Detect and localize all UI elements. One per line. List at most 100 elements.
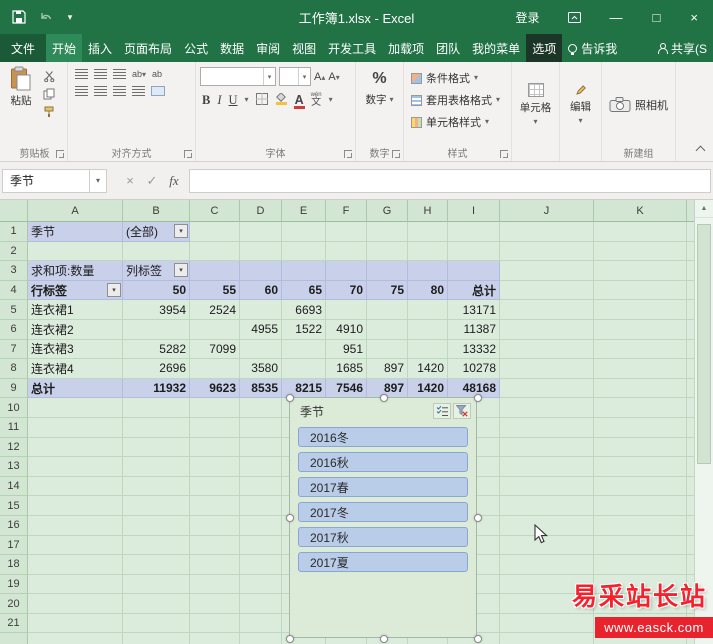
- cell-B17[interactable]: [123, 535, 190, 556]
- slicer-item-4[interactable]: 2017秋: [298, 527, 468, 547]
- cell-J2[interactable]: [500, 241, 594, 262]
- slicer-clear-filter-button[interactable]: [453, 403, 471, 419]
- cell-A14[interactable]: [28, 476, 123, 497]
- cell-A18[interactable]: [28, 555, 123, 575]
- styles-button-0[interactable]: 条件格式 ▾: [411, 70, 511, 86]
- row-header-5[interactable]: 5: [0, 300, 28, 320]
- cell-C11[interactable]: [190, 417, 240, 438]
- cell-B1[interactable]: (全部) ▾: [123, 222, 190, 242]
- row-header-16[interactable]: 16: [0, 515, 28, 536]
- filter-dropdown-B3[interactable]: ▾: [174, 263, 188, 278]
- row-header-2[interactable]: 2: [0, 241, 28, 262]
- cell-A22[interactable]: [28, 633, 123, 644]
- cut-button[interactable]: [42, 70, 56, 82]
- cell-D4[interactable]: 60: [240, 280, 282, 301]
- cell-A11[interactable]: [28, 417, 123, 438]
- scrollbar-thumb[interactable]: [697, 224, 711, 464]
- cell-C5[interactable]: 2524: [190, 300, 240, 320]
- row-header-19[interactable]: 19: [0, 574, 28, 595]
- cell-D3[interactable]: [240, 261, 282, 281]
- formula-input[interactable]: [189, 168, 711, 193]
- cell-A12[interactable]: [28, 437, 123, 458]
- cell-B5[interactable]: 3954: [123, 300, 190, 320]
- cell-I1[interactable]: [448, 222, 500, 242]
- tab-file[interactable]: 文件: [0, 34, 47, 62]
- row-header-10[interactable]: 10: [0, 398, 28, 418]
- column-header-C[interactable]: C: [190, 200, 240, 222]
- cell-J15[interactable]: [500, 496, 594, 516]
- align-top-button[interactable]: [75, 69, 88, 79]
- orientation-button[interactable]: ab▾: [132, 69, 146, 79]
- format-painter-button[interactable]: [42, 106, 56, 118]
- cell-J7[interactable]: [500, 339, 594, 360]
- cell-A3[interactable]: 求和项:数量: [28, 261, 123, 281]
- tab-view[interactable]: 视图: [286, 34, 322, 62]
- cell-B18[interactable]: [123, 555, 190, 575]
- font-size-combo[interactable]: ▾: [279, 67, 311, 86]
- column-header-A[interactable]: A: [28, 200, 123, 222]
- cell-A4[interactable]: 行标签 ▾: [28, 280, 123, 301]
- cell-J18[interactable]: [500, 555, 594, 575]
- cell-B3[interactable]: 列标签 ▾: [123, 261, 190, 281]
- tab-home[interactable]: 开始: [46, 34, 83, 62]
- number-dialog-launcher[interactable]: [392, 150, 400, 158]
- cell-H5[interactable]: [408, 300, 448, 320]
- cell-E2[interactable]: [282, 241, 326, 262]
- cell-C18[interactable]: [190, 555, 240, 575]
- minimize-button[interactable]: —: [595, 0, 638, 34]
- cell-A16[interactable]: [28, 515, 123, 536]
- enter-button[interactable]: ✓: [141, 169, 163, 193]
- align-center-button[interactable]: [94, 86, 107, 96]
- tab-tell-me[interactable]: 告诉我: [562, 34, 623, 62]
- cell-D2[interactable]: [240, 241, 282, 262]
- cell-C10[interactable]: [190, 398, 240, 418]
- cell-A10[interactable]: [28, 398, 123, 418]
- cell-E1[interactable]: [282, 222, 326, 242]
- cell-F6[interactable]: 4910: [326, 319, 367, 340]
- cell-C17[interactable]: [190, 535, 240, 556]
- cell-B8[interactable]: 2696: [123, 359, 190, 379]
- cell-D22[interactable]: [240, 633, 282, 644]
- tab-page-layout[interactable]: 页面布局: [118, 34, 178, 62]
- slicer-item-2[interactable]: 2017春: [298, 477, 468, 497]
- camera-button[interactable]: 照相机: [602, 62, 675, 147]
- column-header-J[interactable]: J: [500, 200, 594, 222]
- cell-K18[interactable]: [594, 555, 687, 575]
- cell-I8[interactable]: 10278: [448, 359, 500, 379]
- row-header-7[interactable]: 7: [0, 339, 28, 360]
- cell-B10[interactable]: [123, 398, 190, 418]
- cell-H1[interactable]: [408, 222, 448, 242]
- tab-review[interactable]: 审阅: [250, 34, 286, 62]
- styles-button-2[interactable]: 单元格样式 ▾: [411, 114, 511, 130]
- slicer-resize-handle-2[interactable]: [474, 394, 482, 402]
- cell-J10[interactable]: [500, 398, 594, 418]
- cell-D14[interactable]: [240, 476, 282, 497]
- cell-A21[interactable]: [28, 613, 123, 634]
- align-bottom-button[interactable]: [113, 69, 126, 79]
- cell-C6[interactable]: [190, 319, 240, 340]
- cell-B9[interactable]: 11932: [123, 378, 190, 399]
- styles-dialog-launcher[interactable]: [500, 150, 508, 158]
- filter-dropdown-B1[interactable]: ▾: [174, 224, 188, 238]
- merge-center-button[interactable]: [151, 86, 165, 96]
- cell-I4[interactable]: 总计: [448, 280, 500, 301]
- cell-K13[interactable]: [594, 457, 687, 477]
- cell-D19[interactable]: [240, 574, 282, 595]
- cell-J6[interactable]: [500, 319, 594, 340]
- cell-K12[interactable]: [594, 437, 687, 458]
- cell-K9[interactable]: [594, 378, 687, 399]
- cell-B4[interactable]: 50: [123, 280, 190, 301]
- cell-F9[interactable]: 7546: [326, 378, 367, 399]
- cell-A6[interactable]: 连衣裙2: [28, 319, 123, 340]
- column-header-H[interactable]: H: [408, 200, 448, 222]
- bold-button[interactable]: B: [202, 93, 210, 108]
- undo-button[interactable]: [37, 8, 55, 26]
- cell-B12[interactable]: [123, 437, 190, 458]
- cell-K2[interactable]: [594, 241, 687, 262]
- cell-K3[interactable]: [594, 261, 687, 281]
- slicer-item-3[interactable]: 2017冬: [298, 502, 468, 522]
- cell-K5[interactable]: [594, 300, 687, 320]
- number-format-button[interactable]: 数字 ▾: [365, 92, 393, 107]
- tab-insert[interactable]: 插入: [82, 34, 118, 62]
- qat-customize-button[interactable]: ▾: [64, 8, 76, 26]
